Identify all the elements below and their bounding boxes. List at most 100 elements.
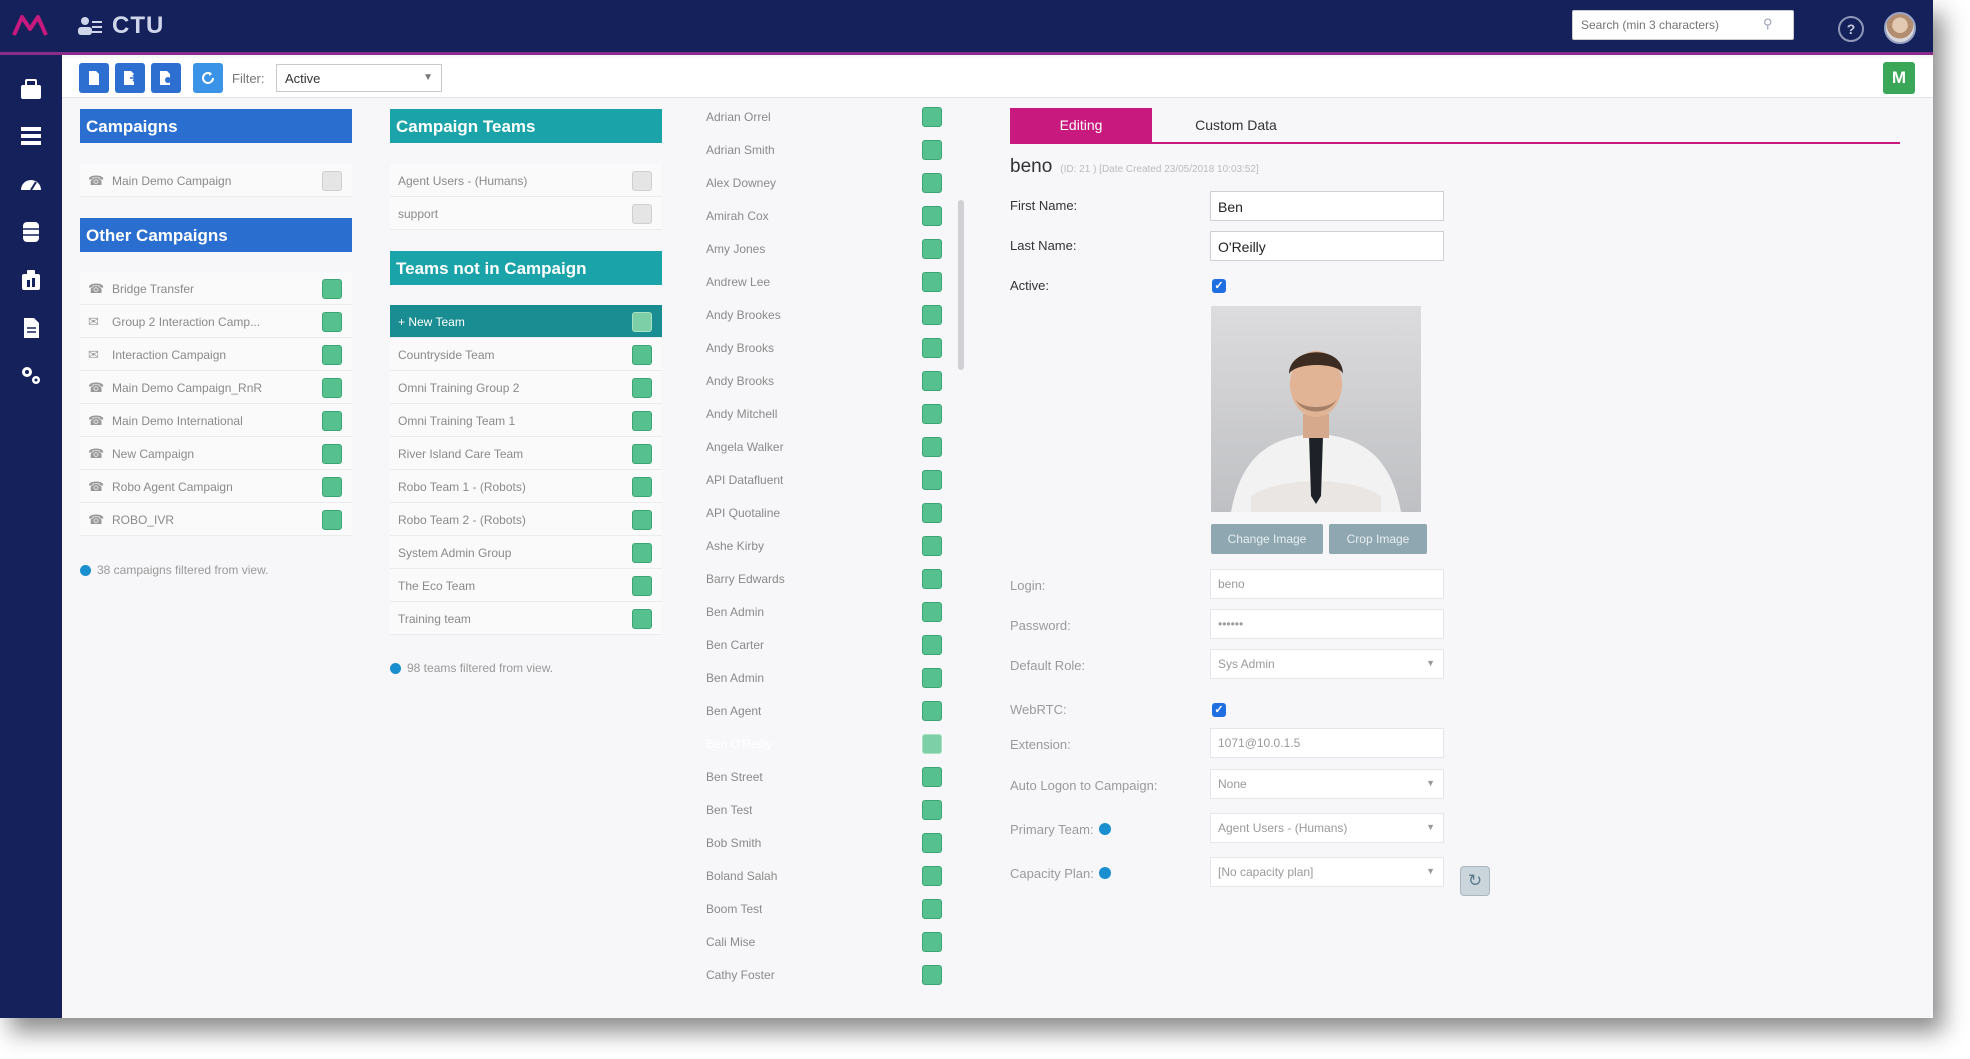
add-button[interactable] [922,965,942,985]
add-button[interactable] [922,404,942,424]
add-button[interactable] [922,536,942,556]
nav-reports-icon[interactable] [14,263,48,297]
extension-field[interactable]: 1071@10.0.1.5 [1210,728,1444,758]
active-checkbox[interactable]: ✓ [1212,279,1226,293]
add-button[interactable] [632,444,652,464]
user-row[interactable]: Boland Salah [698,859,952,892]
add-button[interactable] [632,411,652,431]
add-button[interactable] [922,173,942,193]
add-button[interactable] [322,312,342,332]
add-button[interactable] [632,543,652,563]
campaign-team-row[interactable]: support [390,197,662,230]
default-role-select[interactable]: Sys Admin ▼ [1210,649,1444,679]
user-row[interactable]: API Quotaline [698,496,952,529]
user-template-button[interactable] [151,63,181,93]
capacity-plan-select[interactable]: [No capacity plan] ▼ [1210,857,1444,887]
user-row[interactable]: Adrian Orrel [698,100,952,133]
user-row[interactable]: Amirah Cox [698,199,952,232]
filter-select[interactable]: Active ▼ [276,64,442,92]
add-button[interactable] [922,206,942,226]
add-button[interactable] [632,312,652,332]
last-name-field[interactable]: O'Reilly [1210,231,1444,261]
add-button[interactable] [922,932,942,952]
add-button[interactable] [922,140,942,160]
add-button[interactable] [922,734,942,754]
team-row[interactable]: Omni Training Team 1 [390,404,662,437]
other-campaign-row[interactable]: ☎ Main Demo Campaign_RnR [80,371,352,404]
search-icon[interactable]: ⚲ [1763,16,1773,32]
user-row[interactable] [698,991,952,998]
brand-logo[interactable] [12,13,48,39]
user-row[interactable]: API Datafluent [698,463,952,496]
user-row[interactable]: Ben Admin [698,661,952,694]
first-name-field[interactable]: Ben [1210,191,1444,221]
other-campaign-row[interactable]: ☎ Bridge Transfer [80,272,352,305]
remove-button[interactable] [322,171,342,191]
add-button[interactable] [922,899,942,919]
add-button[interactable] [322,345,342,365]
add-button[interactable] [922,371,942,391]
add-button[interactable] [922,635,942,655]
add-button[interactable] [922,767,942,787]
password-field[interactable]: •••••• [1210,609,1444,639]
team-row[interactable]: River Island Care Team [390,437,662,470]
add-button[interactable] [322,477,342,497]
team-row[interactable]: + New Team [390,305,662,338]
nav-document-icon[interactable] [14,311,48,345]
user-row[interactable]: Alex Downey [698,166,952,199]
add-button[interactable] [922,668,942,688]
user-row[interactable]: Bob Smith [698,826,952,859]
add-button[interactable] [922,272,942,292]
other-campaign-row[interactable]: ✉ Group 2 Interaction Camp... [80,305,352,338]
add-button[interactable] [922,866,942,886]
refresh-button[interactable] [193,63,223,93]
excel-export-button[interactable]: M [1883,62,1915,94]
user-row[interactable]: Boom Test [698,892,952,925]
remove-button[interactable] [632,204,652,224]
other-campaign-row[interactable]: ☎ New Campaign [80,437,352,470]
user-avatar[interactable] [1884,12,1916,44]
user-row[interactable]: Ben O'Reilly [698,727,952,760]
remove-button[interactable] [632,171,652,191]
tab-custom-data[interactable]: Custom Data [1166,108,1306,142]
add-button[interactable] [922,602,942,622]
add-button[interactable] [922,338,942,358]
add-button[interactable] [922,701,942,721]
auto-logon-select[interactable]: None ▼ [1210,769,1444,799]
user-row[interactable]: Andy Mitchell [698,397,952,430]
add-button[interactable] [922,470,942,490]
nav-home-icon[interactable] [14,72,48,106]
add-button[interactable] [632,345,652,365]
add-button[interactable] [632,609,652,629]
user-row[interactable]: Andy Brookes [698,298,952,331]
user-row[interactable]: Andrew Lee [698,265,952,298]
global-search-input[interactable] [1572,10,1794,40]
team-row[interactable]: Robo Team 2 - (Robots) [390,503,662,536]
other-campaign-row[interactable]: ✉ Interaction Campaign [80,338,352,371]
info-icon[interactable] [1098,867,1111,879]
user-row[interactable]: Ben Carter [698,628,952,661]
add-button[interactable] [922,800,942,820]
campaign-row[interactable]: ☎ Main Demo Campaign [80,164,352,197]
change-image-button[interactable]: Change Image [1211,524,1323,554]
user-row[interactable]: Andy Brooks [698,364,952,397]
user-row[interactable]: Angela Walker [698,430,952,463]
other-campaign-row[interactable]: ☎ Robo Agent Campaign [80,470,352,503]
user-row[interactable]: Ben Agent [698,694,952,727]
add-button[interactable] [922,305,942,325]
import-button[interactable] [115,63,145,93]
user-row[interactable]: Ashe Kirby [698,529,952,562]
tab-editing[interactable]: Editing [1010,108,1152,142]
campaign-team-row[interactable]: Agent Users - (Humans) [390,164,662,197]
user-row[interactable]: Amy Jones [698,232,952,265]
add-button[interactable] [322,510,342,530]
team-row[interactable]: System Admin Group [390,536,662,569]
user-row[interactable]: Cathy Foster [698,958,952,991]
add-button[interactable] [922,437,942,457]
nav-settings-icon[interactable] [14,359,48,393]
info-icon[interactable] [1098,823,1111,835]
crop-image-button[interactable]: Crop Image [1329,524,1427,554]
new-document-button[interactable] [79,63,109,93]
other-campaign-row[interactable]: ☎ ROBO_IVR [80,503,352,536]
add-button[interactable] [922,239,942,259]
